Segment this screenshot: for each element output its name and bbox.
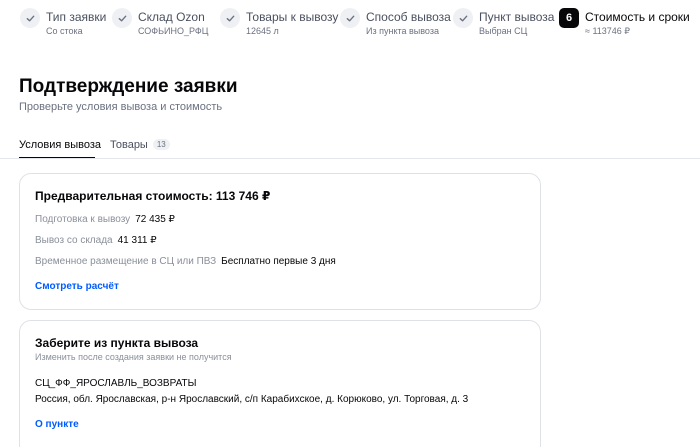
step-subtitle: Из пункта вывоза bbox=[366, 26, 439, 36]
step-title: Способ вывоза bbox=[366, 10, 451, 24]
cost-card-title: Предварительная стоимость: 113 746 ₽ bbox=[35, 189, 271, 203]
step-title: Склад Ozon bbox=[138, 10, 205, 24]
cost-row-preparation: Подготовка к вывозу 72 435 ₽ bbox=[35, 214, 175, 225]
view-calculation-link[interactable]: Смотреть расчёт bbox=[35, 281, 119, 292]
stepper: Тип заявки Со стока Склад Ozon СОФЬИНО_Р… bbox=[0, 6, 700, 40]
cost-row-value: Бесплатно первые 3 дня bbox=[221, 256, 336, 267]
cost-row-label: Подготовка к вывозу bbox=[35, 214, 131, 225]
step-title: Стоимость и сроки bbox=[585, 10, 690, 24]
tab-export-conditions[interactable]: Условия вывоза bbox=[19, 139, 101, 151]
pickup-hint: Изменить после создания заявки не получи… bbox=[35, 352, 232, 362]
page-title: Подтверждение заявки bbox=[19, 76, 238, 97]
tabs: Условия вывоза Товары 13 bbox=[0, 132, 700, 159]
about-point-link[interactable]: О пункте bbox=[35, 419, 79, 430]
step-subtitle: ≈ 113746 ₽ bbox=[585, 26, 631, 36]
step-subtitle: 12645 л bbox=[246, 26, 279, 36]
step-subtitle: Со стока bbox=[46, 26, 83, 36]
page-subtitle: Проверьте условия вывоза и стоимость bbox=[19, 101, 223, 113]
cost-row-label: Вывоз со склада bbox=[35, 235, 113, 246]
step-title: Тип заявки bbox=[46, 10, 107, 24]
step-subtitle: Выбран СЦ bbox=[479, 26, 528, 36]
pickup-card-title: Заберите из пункта вывоза bbox=[35, 336, 199, 350]
check-icon bbox=[453, 8, 473, 28]
tab-goods-label: Товары bbox=[110, 139, 148, 151]
pickup-point-name: СЦ_ФФ_ЯРОСЛАВЛЬ_ВОЗВРАТЫ bbox=[35, 378, 197, 389]
step-number: 6 bbox=[559, 8, 579, 28]
step-title: Пункт вывоза bbox=[479, 10, 555, 24]
pickup-card: Заберите из пункта вывоза Изменить после… bbox=[19, 320, 541, 447]
cost-card: Предварительная стоимость: 113 746 ₽ Под… bbox=[19, 173, 541, 310]
cost-row-value: 41 311 ₽ bbox=[117, 235, 157, 246]
check-icon bbox=[112, 8, 132, 28]
cost-row-temporary-storage: Временное размещение в СЦ или ПВЗ Бесплат… bbox=[35, 256, 336, 267]
cost-row-label: Временное размещение в СЦ или ПВЗ bbox=[35, 256, 217, 267]
step-subtitle: СОФЬИНО_РФЦ bbox=[138, 26, 209, 36]
goods-count-badge: 13 bbox=[152, 139, 170, 150]
tab-goods[interactable]: Товары 13 bbox=[110, 139, 170, 151]
tabs-divider bbox=[0, 158, 700, 159]
step-title: Товары к вывозу bbox=[246, 10, 339, 24]
check-icon bbox=[340, 8, 360, 28]
cost-row-export: Вывоз со склада 41 311 ₽ bbox=[35, 235, 157, 246]
check-icon bbox=[20, 8, 40, 28]
cost-row-value: 72 435 ₽ bbox=[135, 214, 175, 225]
check-icon bbox=[220, 8, 240, 28]
pickup-point-address: Россия, обл. Ярославская, р-н Ярославски… bbox=[35, 394, 469, 405]
